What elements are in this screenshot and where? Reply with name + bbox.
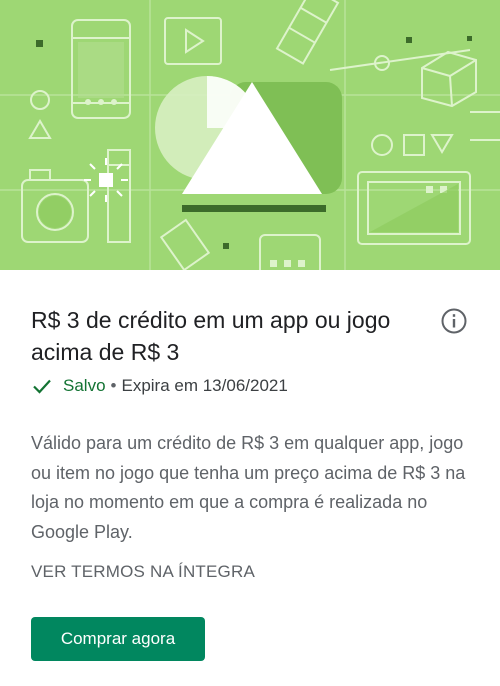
expiry-date: Expira em 13/06/2021	[121, 376, 288, 395]
view-full-terms-link[interactable]: VER TERMOS NA ÍNTEGRA	[31, 562, 255, 582]
buy-now-button[interactable]: Comprar agora	[31, 617, 205, 661]
offer-title: R$ 3 de crédito em um app ou jogo acima …	[31, 307, 391, 365]
info-outline-icon[interactable]	[439, 306, 469, 336]
offer-status: Salvo • Expira em 13/06/2021	[31, 374, 288, 398]
hero-banner	[0, 0, 500, 270]
check-icon	[33, 379, 51, 394]
separator-dot: •	[110, 376, 117, 395]
offer-description: Válido para um crédito de R$ 3 em qualqu…	[31, 433, 466, 542]
google-play-triangle-illustration	[0, 0, 500, 270]
saved-label: Salvo	[63, 376, 106, 395]
